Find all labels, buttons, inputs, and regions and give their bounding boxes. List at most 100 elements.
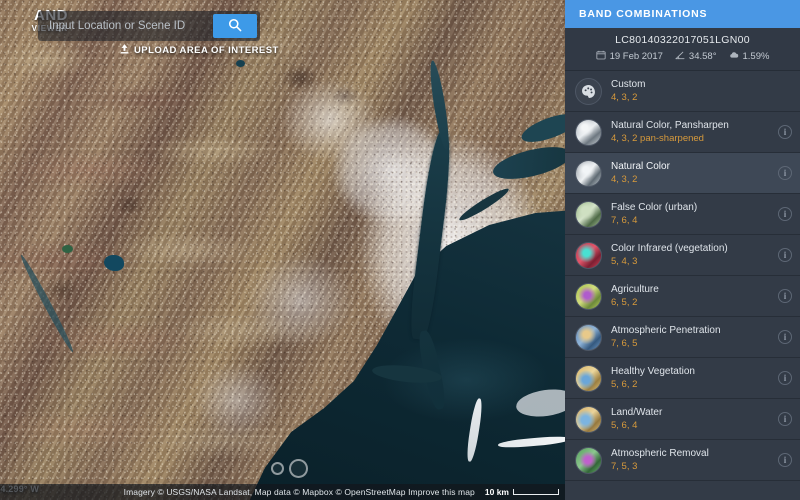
band-numbers: 5, 6, 2 [611,378,638,390]
thumbnail-icon [575,241,602,269]
thumbnail-icon [575,364,602,392]
search-button[interactable] [213,14,257,38]
panel-header: BAND COMBINATIONS [565,0,800,28]
search-bar [38,11,260,41]
band-title: False Color (urban) [611,202,698,213]
info-icon[interactable]: i [778,248,792,262]
scene-cloud-cover-text: 1.59% [742,51,770,62]
info-icon[interactable]: i [778,289,792,303]
scene-date: 19 Feb 2017 [595,50,663,63]
scene-date-text: 19 Feb 2017 [609,51,663,62]
band-title: Agriculture [611,284,659,295]
map-attribution-bar: Imagery © USGS/NASA Landsat, Map data © … [0,484,565,500]
band-text: Agriculture 6, 5, 2 [611,284,778,308]
panel-title: BAND COMBINATIONS [579,8,708,20]
map-reservoir-large [104,255,124,271]
thumbnail-icon [575,446,602,474]
band-row-natural-color-pansharpen[interactable]: Natural Color, Pansharpen 4, 3, 2 pan-sha… [565,112,800,153]
upload-icon [120,44,129,57]
calendar-icon [595,50,606,63]
band-text: Natural Color, Pansharpen 4, 3, 2 pan-sha… [611,120,778,144]
map-reservoir-small [62,245,73,253]
band-title: Natural Color [611,161,670,172]
map-canvas[interactable]: AND VIEWER UPLO [0,0,565,500]
band-numbers: 5, 6, 4 [611,419,638,431]
band-text: Custom 4, 3, 2 [611,79,778,103]
info-icon[interactable]: i [778,330,792,344]
band-numbers: 5, 4, 3 [611,255,638,267]
scene-id: LC80140322017051LGN00 [615,34,750,46]
thumbnail-icon [575,405,602,433]
scale-label: 10 km [484,487,509,497]
thumbnail-icon [575,200,602,228]
thumbnail-preview [576,365,601,391]
scene-sun-angle-text: 34.58° [688,51,717,62]
info-icon[interactable]: i [778,125,792,139]
band-combinations-panel: BAND COMBINATIONS LC80140322017051LGN00 … [565,0,800,500]
band-title: Atmospheric Removal [611,448,709,459]
band-text: Atmospheric Penetration 7, 6, 5 [611,325,778,349]
scene-info: LC80140322017051LGN00 19 Feb 2017 34.58°… [565,28,800,71]
thumbnail-preview [576,406,601,432]
band-title: Custom [611,79,646,90]
band-row-custom[interactable]: Custom 4, 3, 2 [565,71,800,112]
upload-label: UPLOAD AREA OF INTEREST [134,45,279,56]
band-title: Land/Water [611,407,663,418]
scene-sun-angle: 34.58° [675,50,717,63]
map-marker-circle[interactable] [271,462,284,475]
thumbnail-preview [576,283,601,309]
band-row-land-water[interactable]: Land/Water 5, 6, 4i [565,399,800,440]
info-icon[interactable]: i [778,453,792,467]
band-row-natural-color[interactable]: Natural Color 4, 3, 2 i [565,153,800,194]
band-title: Natural Color, Pansharpen [611,120,729,131]
band-numbers: 7, 6, 4 [611,214,638,226]
band-numbers: 4, 3, 2 [611,173,638,185]
thumbnail-preview [576,119,601,145]
thumbnail-icon [575,118,602,146]
thumbnail-preview [576,160,601,186]
thumbnail-preview [576,201,601,227]
band-row-false-color-urban[interactable]: False Color (urban) 7, 6, 4i [565,194,800,235]
band-combination-list: Custom 4, 3, 2 Natural Color, Pansharpen 4,… [565,71,800,500]
thumbnail-icon [575,323,602,351]
thumbnail-preview [576,447,601,473]
angle-icon [675,50,685,63]
band-numbers: 6, 5, 2 [611,296,638,308]
band-text: Color Infrared (vegetation) 5, 4, 3 [611,243,778,267]
band-row-atmospheric-removal[interactable]: Atmospheric Removal 7, 5, 3i [565,440,800,481]
thumbnail-icon [575,159,602,187]
band-text: Land/Water 5, 6, 4 [611,407,778,431]
band-numbers: 4, 3, 2 [611,91,638,103]
thumbnail-preview [576,242,601,268]
band-numbers: 7, 5, 3 [611,460,638,472]
palette-icon [575,77,602,105]
map-marker-circle[interactable] [289,459,308,478]
landsat-viewer-app: AND VIEWER UPLO [0,0,800,500]
band-row-color-infrared-vegetation[interactable]: Color Infrared (vegetation) 5, 4, 3i [565,235,800,276]
band-numbers: 4, 3, 2 pan-sharpened [611,132,704,144]
upload-area-of-interest-button[interactable]: UPLOAD AREA OF INTEREST [120,44,279,57]
thumbnail-preview [576,324,601,350]
search-input[interactable] [41,14,213,38]
band-text: False Color (urban) 7, 6, 4 [611,202,778,226]
band-text: Atmospheric Removal 7, 5, 3 [611,448,778,472]
info-icon[interactable]: i [778,412,792,426]
scene-metadata: 19 Feb 2017 34.58° 1.59% [565,50,800,63]
map-reservoir-north [236,60,245,67]
band-row-agriculture[interactable]: Agriculture 6, 5, 2i [565,276,800,317]
info-icon[interactable]: i [778,207,792,221]
band-text: Healthy Vegetation 5, 6, 2 [611,366,778,390]
attribution-text[interactable]: Imagery © USGS/NASA Landsat, Map data © … [124,487,475,497]
band-row-atmospheric-penetration[interactable]: Atmospheric Penetration 7, 6, 5i [565,317,800,358]
band-numbers: 7, 6, 5 [611,337,638,349]
band-title: Atmospheric Penetration [611,325,721,336]
band-row-healthy-vegetation[interactable]: Healthy Vegetation 5, 6, 2i [565,358,800,399]
cloud-icon [729,50,739,63]
map-scale: 10 km [485,487,559,497]
info-icon[interactable]: i [778,166,792,180]
scene-cloud-cover: 1.59% [729,50,770,63]
thumbnail-icon [575,282,602,310]
band-title: Healthy Vegetation [611,366,695,377]
info-icon[interactable]: i [778,371,792,385]
search-icon [228,18,242,35]
